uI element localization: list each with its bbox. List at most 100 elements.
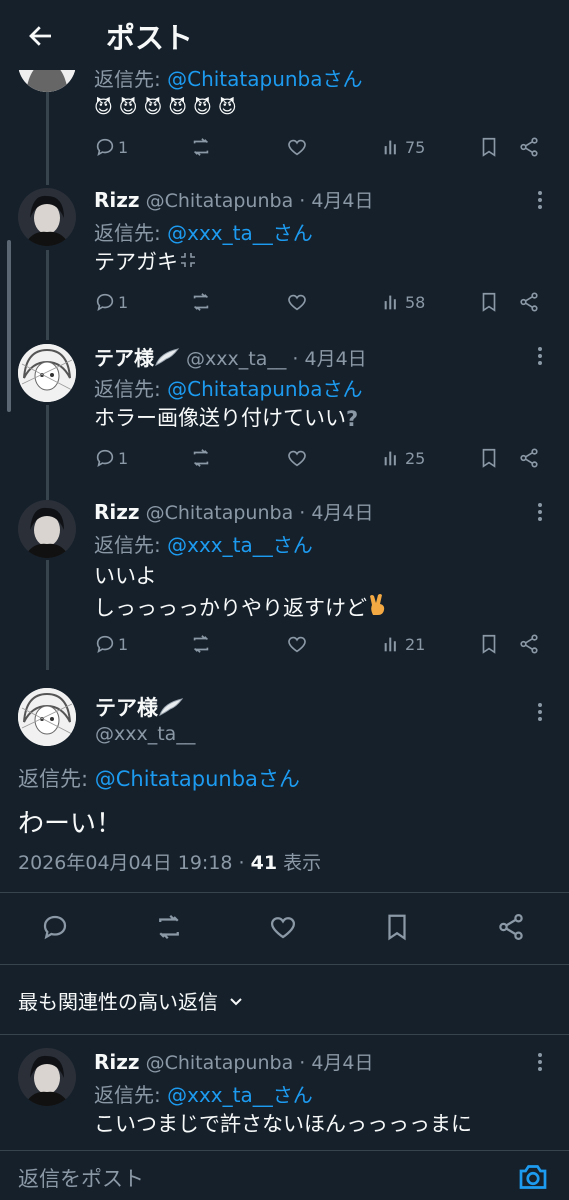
handle-date: @Chitatapunba · 4月4日	[145, 190, 374, 212]
more-icon[interactable]	[530, 188, 550, 212]
reply-sort-dropdown[interactable]: 最も関連性の高い返信	[18, 986, 244, 1015]
views-button[interactable]: 21	[381, 630, 425, 658]
like-button[interactable]	[268, 912, 302, 946]
reply-button[interactable]: 1	[94, 133, 128, 161]
views-button[interactable]: 58	[381, 288, 425, 316]
avatar[interactable]	[18, 500, 76, 558]
heart-icon	[270, 917, 296, 939]
repost-button[interactable]	[190, 630, 212, 658]
reply-button[interactable]	[40, 912, 74, 946]
views-icon	[384, 637, 396, 652]
bookmark-button[interactable]	[382, 912, 416, 946]
divider	[0, 1034, 569, 1035]
share-button[interactable]	[518, 444, 540, 472]
more-icon[interactable]	[530, 700, 550, 724]
scrollbar[interactable]	[7, 240, 11, 412]
bookmark-button[interactable]	[478, 133, 500, 161]
bookmark-icon	[482, 292, 496, 312]
avatar[interactable]	[18, 688, 76, 746]
handle[interactable]: @xxx_ta__	[95, 723, 195, 745]
more-icon[interactable]	[530, 500, 550, 524]
tweet-text: テアガキ	[94, 246, 198, 279]
timestamp[interactable]: 2026年04月04日 19:18 ·	[18, 852, 251, 874]
reply-button[interactable]: 1	[94, 630, 128, 658]
anger-emoji-icon	[178, 247, 198, 279]
bookmark-button[interactable]	[478, 288, 500, 316]
repost-icon	[193, 449, 209, 467]
display-name[interactable]: テア様	[94, 346, 154, 370]
share-button[interactable]	[518, 288, 540, 316]
bookmark-button[interactable]	[478, 444, 500, 472]
repost-icon	[193, 138, 209, 156]
like-button[interactable]	[286, 288, 308, 316]
repost-icon	[159, 914, 179, 940]
views-icon	[384, 295, 396, 310]
tweet-meta: 2026年04月04日 19:18 · 41 表示	[18, 852, 322, 874]
more-icon[interactable]	[530, 344, 550, 368]
reply-to: 返信先: @xxx_ta__さん	[94, 1083, 313, 1107]
reply-icon	[96, 449, 114, 468]
page-title: ポスト	[106, 21, 194, 55]
wing-emoji-icon	[154, 347, 180, 372]
bookmark-icon	[482, 634, 496, 654]
avatar[interactable]	[18, 1048, 76, 1106]
reply-icon	[43, 915, 67, 940]
views-count: 41	[250, 852, 278, 874]
repost-button[interactable]	[190, 288, 212, 316]
display-name[interactable]: テア様	[95, 692, 184, 722]
reply-to-link[interactable]: @Chitatapunbaさん	[95, 767, 300, 791]
display-name[interactable]: Rizz	[94, 1050, 140, 1074]
views-button[interactable]: 25	[381, 444, 425, 472]
share-icon	[499, 914, 523, 940]
reply-to-link[interactable]: @Chitatapunbaさん	[167, 377, 362, 401]
share-button[interactable]	[518, 630, 540, 658]
display-name[interactable]: Rizz	[94, 188, 140, 212]
bookmark-button[interactable]	[478, 630, 500, 658]
views-icon	[384, 451, 396, 466]
tweet-header: Rizz @Chitatapunba · 4月4日	[94, 498, 374, 525]
avatar[interactable]	[18, 344, 76, 402]
heart-icon	[288, 139, 306, 156]
repost-icon	[193, 293, 209, 311]
reply-to-link[interactable]: @xxx_ta__さん	[167, 533, 313, 557]
tweet-header: Rizz @Chitatapunba · 4月4日	[94, 1048, 374, 1075]
more-icon[interactable]	[530, 1050, 550, 1074]
camera-icon[interactable]	[515, 1159, 551, 1195]
question-emoji-icon: ?	[346, 407, 359, 431]
share-button[interactable]	[496, 912, 530, 946]
back-button[interactable]	[22, 17, 60, 55]
share-icon	[520, 137, 538, 157]
reply-button[interactable]: 1	[94, 288, 128, 316]
bookmark-icon	[482, 448, 496, 468]
tweet-actions: 1 58	[0, 288, 569, 316]
reply-to-link[interactable]: @xxx_ta__さん	[167, 221, 313, 245]
reply-composer[interactable]: 返信をポスト	[0, 1150, 569, 1200]
tweet-text: 😈😈😈😈😈😈	[94, 97, 243, 118]
bookmark-icon	[388, 914, 406, 941]
reply-to-link[interactable]: @Chitatapunbaさん	[167, 67, 362, 91]
reply-input[interactable]: 返信をポスト	[18, 1163, 144, 1193]
victory-hand-emoji-icon	[367, 593, 389, 626]
reply-button[interactable]: 1	[94, 444, 128, 472]
tweet-header: テア様 @xxx_ta__ · 4月4日	[94, 342, 367, 372]
repost-button[interactable]	[154, 912, 188, 946]
avatar[interactable]	[18, 188, 76, 246]
like-button[interactable]	[286, 630, 308, 658]
repost-button[interactable]	[190, 444, 212, 472]
tweet-actions: 1 21	[0, 630, 569, 658]
reply-to: 返信先: @Chitatapunbaさん	[18, 767, 300, 791]
wing-emoji-icon	[158, 697, 184, 722]
like-button[interactable]	[286, 133, 308, 161]
share-button[interactable]	[518, 133, 540, 161]
heart-icon	[288, 636, 306, 653]
reply-to-link[interactable]: @xxx_ta__さん	[167, 1083, 313, 1107]
tweet-actions: 1 25	[0, 444, 569, 472]
divider	[0, 964, 569, 965]
views-button[interactable]: 75	[381, 133, 425, 161]
reply-icon	[96, 138, 114, 157]
divider	[0, 892, 569, 893]
heart-icon	[288, 450, 306, 467]
repost-button[interactable]	[190, 133, 212, 161]
like-button[interactable]	[286, 444, 308, 472]
display-name[interactable]: Rizz	[94, 500, 140, 524]
